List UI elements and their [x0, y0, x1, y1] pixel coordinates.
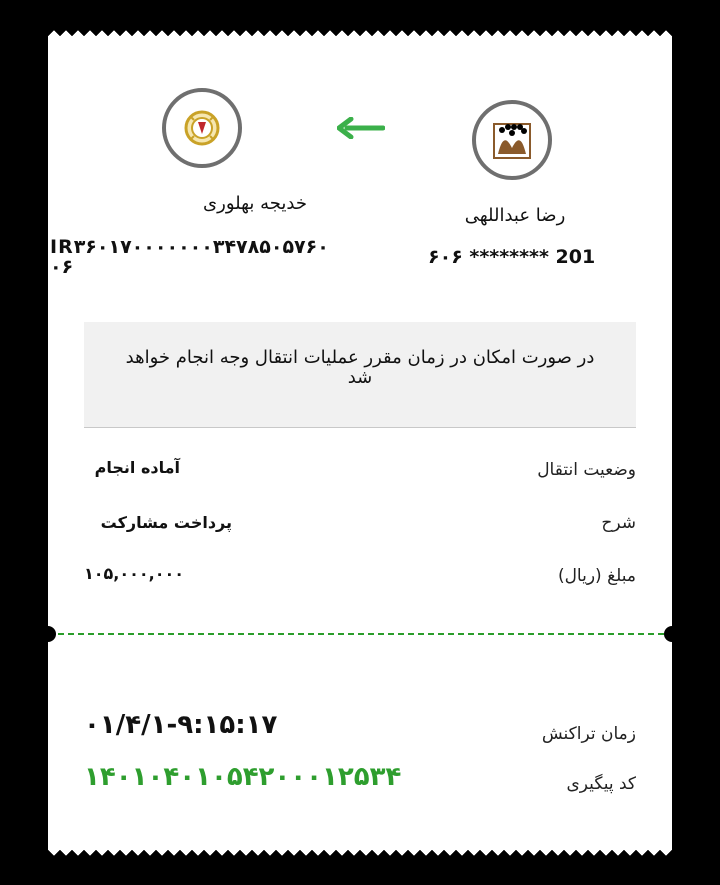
source-account-number: ۶۰۶ ******** 201: [428, 246, 596, 268]
notice-box: در صورت امکان در زمان مقرر عملیات انتقال…: [84, 322, 636, 428]
amount-value: ۱۰۵,۰۰۰,۰۰۰: [84, 564, 185, 583]
bank-melli-logo-icon: [162, 88, 242, 168]
notice-text: در صورت امکان در زمان مقرر عملیات انتقال…: [125, 347, 595, 388]
amount-label: مبلغ (ریال): [557, 566, 636, 586]
arrow-left-icon: [336, 116, 386, 143]
status-label: وضعیت انتقال: [537, 460, 636, 480]
bank-sepah-logo-icon: [472, 100, 552, 180]
right-notch: [664, 626, 680, 642]
description-value: پرداخت مشارکت: [100, 513, 232, 532]
transaction-time-value: ۰۱/۴/۱-۹:۱۵:۱۷: [84, 710, 278, 740]
status-value: آماده انجام: [94, 458, 180, 477]
transaction-time-label: زمان تراکنش: [541, 724, 636, 744]
receipt-bottom-edge: [48, 846, 672, 858]
dashed-divider: [58, 633, 664, 635]
tracking-code-value[interactable]: ۱۴۰۱۰۴۰۱۰۵۴۲۰۰۰۱۲۵۳۴: [84, 762, 401, 792]
source-name: رضا عبداللهی: [464, 205, 566, 226]
description-label: شرح: [601, 513, 636, 533]
destination-name: خدیجه بهلوری: [203, 193, 307, 214]
tracking-code-label: کد پیگیری: [566, 774, 637, 794]
left-notch: [40, 626, 56, 642]
destination-account-line2: ۰۶: [50, 256, 74, 278]
destination-account-line1: IR۳۶۰۱۷۰۰۰۰۰۰۰۳۴۷۸۵۰۵۷۶۰: [50, 236, 329, 258]
